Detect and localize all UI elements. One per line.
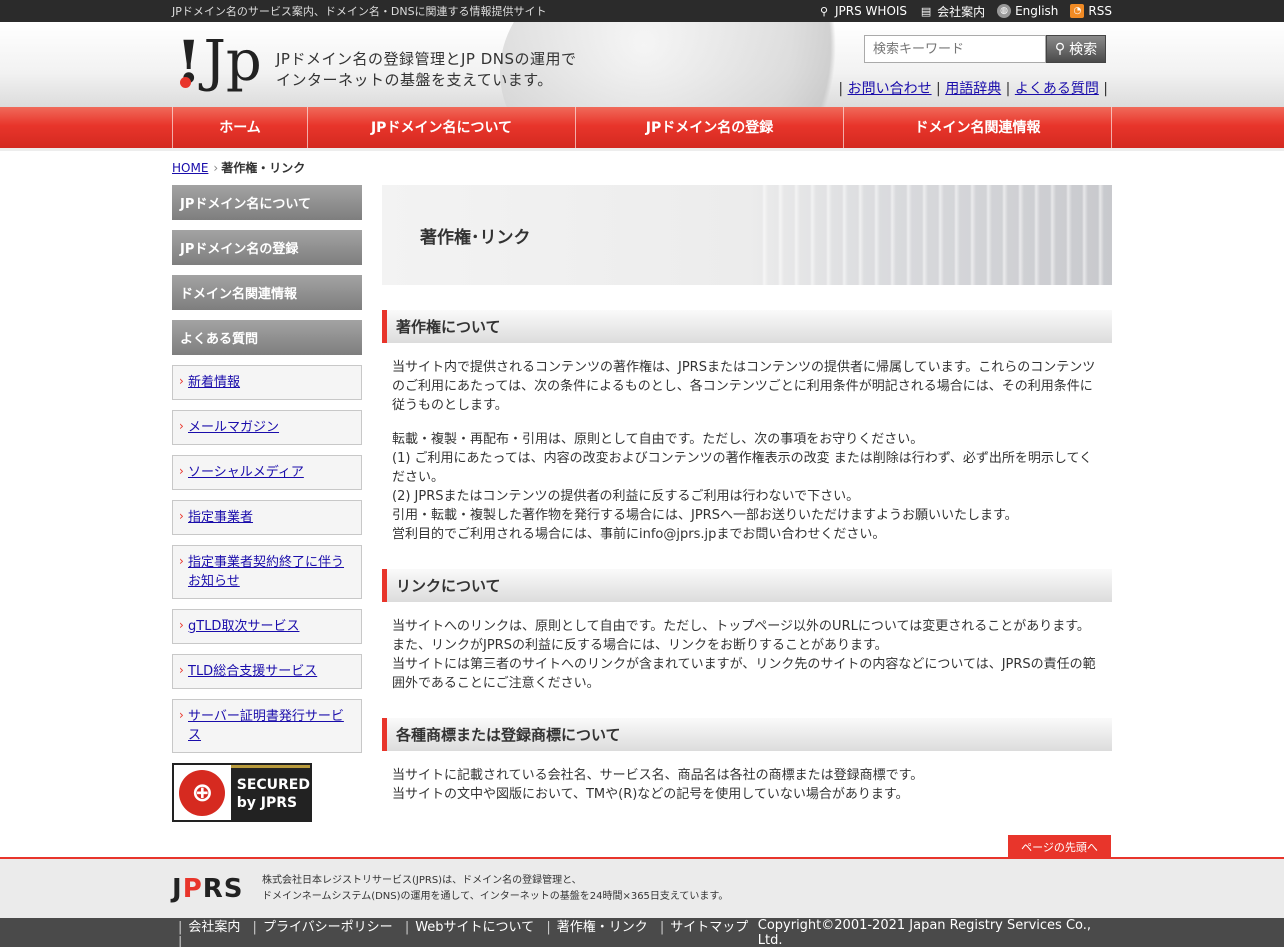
- glossary-link[interactable]: 用語辞典: [945, 81, 1001, 97]
- lock-icon: ⊕: [179, 769, 226, 816]
- header-links: | お問い合わせ | 用語辞典 | よくある質問 |: [838, 81, 1108, 97]
- search-form: ⚲検索: [864, 35, 1106, 63]
- breadcrumb-home[interactable]: HOME: [172, 161, 208, 175]
- content-wrap: JPドメイン名について JPドメイン名の登録 ドメイン名関連情報 よくある質問 …: [172, 185, 1112, 822]
- chevron-right-icon: ›: [213, 161, 219, 175]
- copyright-text: Copyright©2001-2021 Japan Registry Servi…: [757, 917, 1092, 947]
- section-heading-trademarks: 各種商標または登録商標について: [382, 718, 1112, 751]
- search-icon: ⚲: [1054, 41, 1066, 57]
- breadcrumb-current: 著作権・リンク: [221, 161, 306, 175]
- faq-link[interactable]: よくある質問: [1015, 81, 1099, 97]
- footer-link-company[interactable]: 会社案内: [188, 920, 240, 935]
- sidebar-link-news: 新着情報: [172, 365, 362, 400]
- site-description: JPドメイン名のサービス案内、ドメイン名・DNSに関連する情報提供サイト: [172, 5, 547, 18]
- nav-domain-info[interactable]: ドメイン名関連情報: [843, 107, 1112, 148]
- section-body-trademarks: 当サイトに記載されている会社名、サービス名、商品名は各社の商標または登録商標です…: [392, 768, 924, 802]
- company-link[interactable]: ▤ 会社案内: [919, 3, 985, 20]
- footer-link-sitemap[interactable]: サイトマップ: [670, 920, 748, 935]
- section-heading-copyright: 著作権について: [382, 310, 1112, 343]
- main-content: 著作権･リンク 著作権について 当サイト内で提供されるコンテンツの著作権は、JP…: [382, 185, 1112, 822]
- search-icon: ⚲: [819, 4, 829, 18]
- sidebar-link-server-cert: サーバー証明書発行サービス: [172, 699, 362, 753]
- nav-about-jp-domain[interactable]: JPドメイン名について: [307, 107, 575, 148]
- document-icon: ▤: [920, 4, 932, 18]
- sidebar-category-faq[interactable]: よくある質問: [172, 320, 362, 355]
- jprs-logo[interactable]: JPRS: [172, 874, 262, 904]
- page-title-banner: 著作権･リンク: [382, 185, 1112, 285]
- global-nav: ホーム JPドメイン名について JPドメイン名の登録 ドメイン名関連情報: [0, 107, 1284, 151]
- section-body-copyright: 当サイト内で提供されるコンテンツの著作権は、JPRSまたはコンテンツの提供者に帰…: [392, 360, 1096, 542]
- sidebar-link-tld-support: TLD総合支援サービス: [172, 654, 362, 689]
- section-body-links: 当サイトへのリンクは、原則として自由です。ただし、トップページ以外のURLについ…: [392, 619, 1096, 691]
- sidebar-link-gtld: gTLD取次サービス: [172, 609, 362, 644]
- search-button[interactable]: ⚲ 検索: [1046, 35, 1106, 63]
- footer-bottom-bar: | 会社案内 | プライバシーポリシー | Webサイトについて | 著作権・リンク |…: [0, 918, 1284, 947]
- jp-logo[interactable]: ! Jp: [176, 32, 262, 93]
- globe-icon: ◍: [997, 4, 1012, 18]
- breadcrumb: HOME › 著作権・リンク: [172, 151, 1112, 185]
- utility-links: ⚲ JPRS WHOIS ▤ 会社案内 ◍ English ◔ RSS: [817, 3, 1112, 20]
- secured-by-jprs-seal[interactable]: ⊕ SECURED by JPRS: [172, 763, 312, 822]
- footer-links: | 会社案内 | プライバシーポリシー | Webサイトについて | 著作権・リンク |…: [178, 919, 749, 947]
- footer: JPRS 株式会社日本レジストリサービス(JPRS)は、ドメイン名の登録管理と、…: [0, 857, 1284, 918]
- site-header: ! Jp JPドメイン名の登録管理とJP DNSの運用で インターネットの基盤を支…: [0, 22, 1284, 107]
- sidebar-category-registration[interactable]: JPドメイン名の登録: [172, 230, 362, 265]
- sidebar-category-domain-info[interactable]: ドメイン名関連情報: [172, 275, 362, 310]
- sidebar: JPドメイン名について JPドメイン名の登録 ドメイン名関連情報 よくある質問 …: [172, 185, 362, 822]
- contact-link[interactable]: お問い合わせ: [848, 81, 932, 97]
- back-to-top-button[interactable]: ページの先頭へ: [1008, 835, 1111, 858]
- footer-link-copyright[interactable]: 著作権・リンク: [557, 920, 648, 935]
- english-link[interactable]: ◍ English: [997, 4, 1058, 18]
- search-input[interactable]: [864, 35, 1046, 63]
- nav-home[interactable]: ホーム: [172, 107, 307, 148]
- sidebar-category-about[interactable]: JPドメイン名について: [172, 185, 362, 220]
- footer-link-website[interactable]: Webサイトについて: [415, 920, 534, 935]
- whois-link[interactable]: ⚲ JPRS WHOIS: [817, 4, 907, 18]
- rss-link[interactable]: ◔ RSS: [1070, 4, 1112, 18]
- sidebar-link-mail-magazine: メールマガジン: [172, 410, 362, 445]
- top-utility-bar: JPドメイン名のサービス案内、ドメイン名・DNSに関連する情報提供サイト ⚲ JP…: [0, 0, 1284, 22]
- footer-link-privacy[interactable]: プライバシーポリシー: [263, 920, 393, 935]
- rss-icon: ◔: [1070, 4, 1085, 18]
- sidebar-link-registrars: 指定事業者: [172, 500, 362, 535]
- footer-description: 株式会社日本レジストリサービス(JPRS)は、ドメイン名の登録管理と、 ドメイン…: [262, 874, 729, 902]
- sidebar-link-registrar-termination: 指定事業者契約終了に伴うお知らせ: [172, 545, 362, 599]
- section-heading-links: リンクについて: [382, 569, 1112, 602]
- page-title: 著作権･リンク: [420, 228, 531, 248]
- tagline: JPドメイン名の登録管理とJP DNSの運用で インターネットの基盤を支えていま…: [276, 50, 577, 89]
- nav-jp-domain-registration[interactable]: JPドメイン名の登録: [575, 107, 843, 148]
- sidebar-link-social-media: ソーシャルメディア: [172, 455, 362, 490]
